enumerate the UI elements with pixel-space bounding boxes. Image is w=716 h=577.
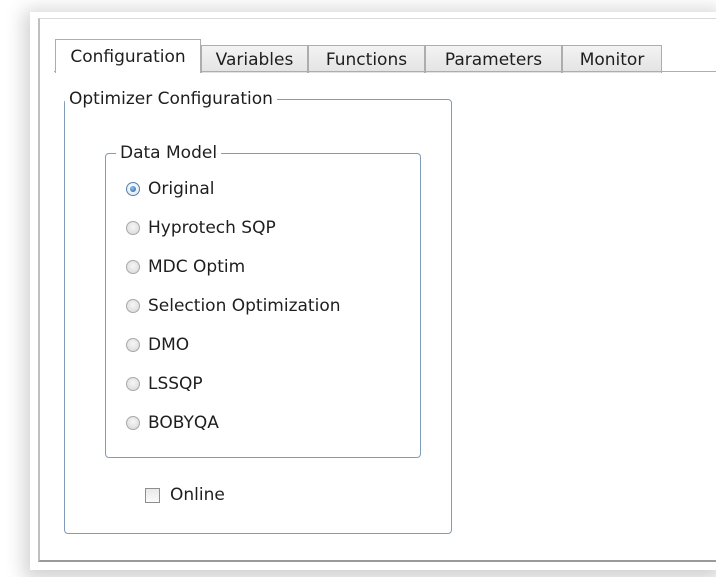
tab-strip: Configuration Variables Functions Parame… [55,39,716,93]
optimizer-configuration-group: Optimizer Configuration Data Model Origi… [64,88,452,534]
radio-dmo[interactable]: DMO [126,331,189,359]
radio-unchecked-icon[interactable] [126,338,140,352]
radio-label: Selection Optimization [148,296,341,316]
tab-variables[interactable]: Variables [201,45,308,73]
radio-checked-icon[interactable] [126,182,140,196]
checkbox-icon[interactable] [145,487,160,503]
data-model-title: Data Model [116,142,222,164]
radio-original[interactable]: Original [126,175,215,203]
online-checkbox[interactable]: Online [145,485,225,505]
radio-bobyqa[interactable]: BOBYQA [126,409,219,437]
tab-functions[interactable]: Functions [308,45,425,73]
radio-label: MDC Optim [148,257,246,277]
optimizer-configuration-title: Optimizer Configuration [65,88,277,110]
radio-label: LSSQP [148,374,203,394]
radio-unchecked-icon[interactable] [126,221,140,235]
radio-unchecked-icon[interactable] [126,299,140,313]
data-model-group: Data Model Original Hyprotech SQP MDC Op… [105,142,421,458]
radio-dot-icon [130,186,136,192]
radio-label: BOBYQA [148,413,219,433]
radio-unchecked-icon[interactable] [126,377,140,391]
radio-label: Hyprotech SQP [148,218,276,238]
radio-lssqp[interactable]: LSSQP [126,370,203,398]
tab-configuration[interactable]: Configuration [55,39,201,73]
tab-parameters[interactable]: Parameters [425,45,562,73]
radio-hyprotech-sqp[interactable]: Hyprotech SQP [126,214,276,242]
optimizer-window: Configuration Variables Functions Parame… [38,18,716,562]
radio-mdc-optim[interactable]: MDC Optim [126,253,245,281]
radio-unchecked-icon[interactable] [126,416,140,430]
radio-unchecked-icon[interactable] [126,260,140,274]
radio-label: DMO [148,335,190,355]
radio-label: Original [148,179,215,199]
online-label: Online [170,485,225,505]
tab-monitor[interactable]: Monitor [562,45,662,73]
radio-selection-optimization[interactable]: Selection Optimization [126,292,341,320]
